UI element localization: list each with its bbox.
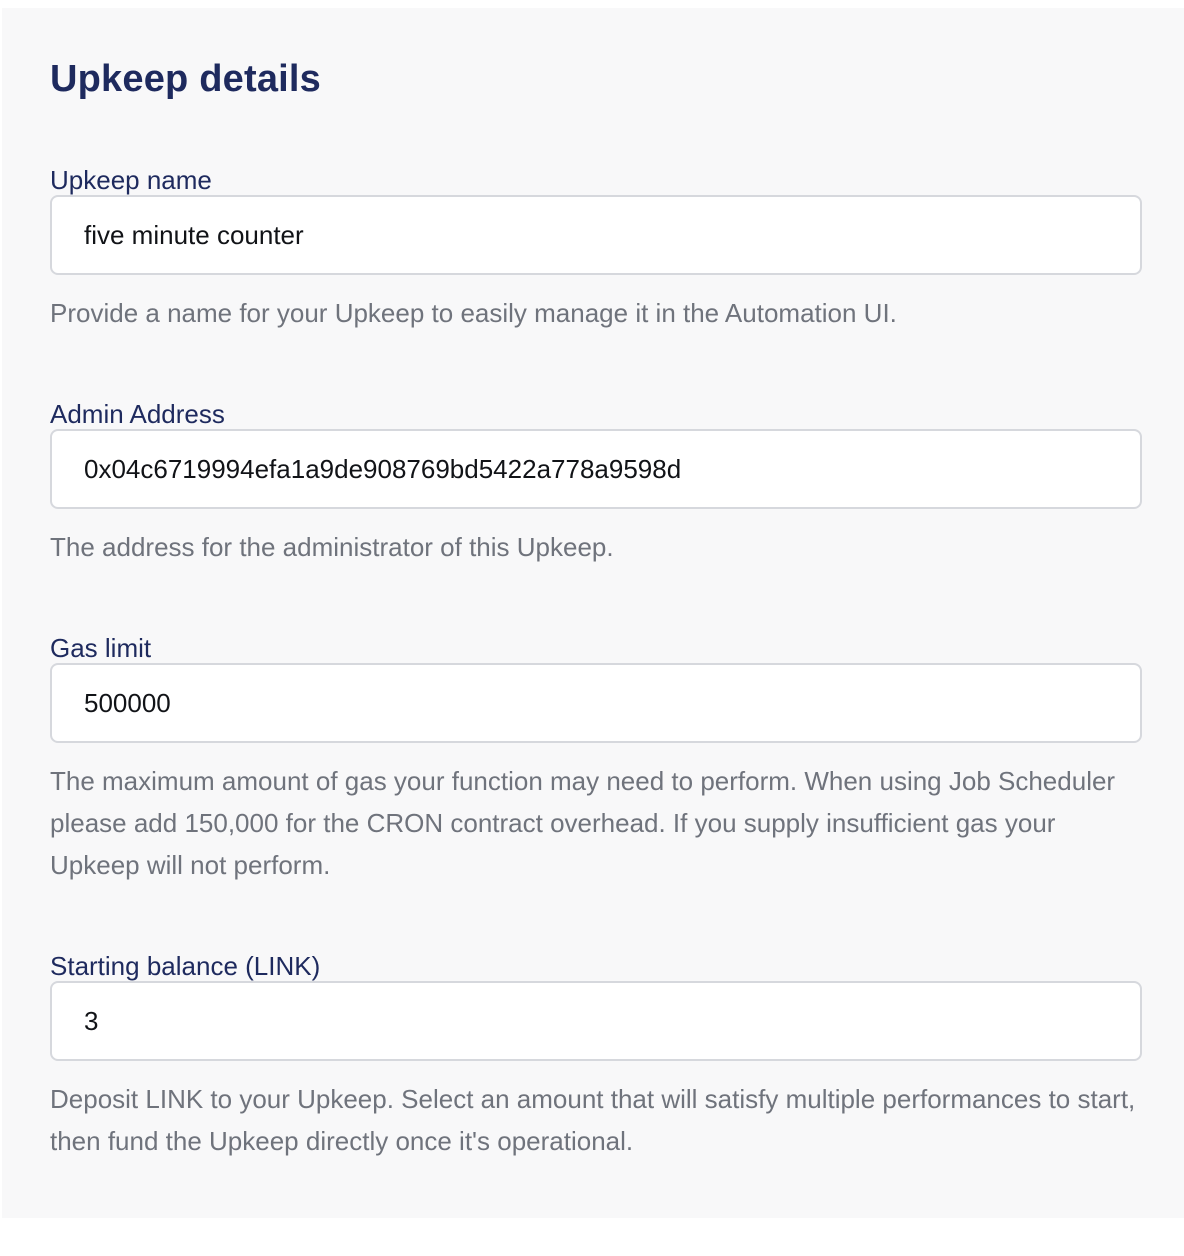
starting-balance-label: Starting balance (LINK) [50,951,321,981]
admin-address-help: The address for the administrator of thi… [50,532,614,562]
upkeep-name-field: Upkeep name Provide a name for your Upke… [50,164,1142,328]
starting-balance-input[interactable] [50,981,1142,1061]
starting-balance-help: Deposit LINK to your Upkeep. Select an a… [50,1084,1136,1156]
admin-address-label: Admin Address [50,399,225,429]
starting-balance-field: Starting balance (LINK) Deposit LINK to … [50,950,1142,1156]
section-title: Upkeep details [50,58,322,100]
upkeep-name-label: Upkeep name [50,165,212,195]
gas-limit-input[interactable] [50,663,1142,743]
admin-address-field: Admin Address The address for the admini… [50,398,1142,562]
admin-address-input[interactable] [50,429,1142,509]
upkeep-name-help: Provide a name for your Upkeep to easily… [50,298,897,328]
gas-limit-field: Gas limit The maximum amount of gas your… [50,632,1142,880]
upkeep-name-input[interactable] [50,195,1142,275]
gas-limit-label: Gas limit [50,633,152,663]
gas-limit-help: The maximum amount of gas your function … [50,766,1116,880]
upkeep-details-panel: Upkeep details Upkeep name Provide a nam… [2,8,1184,1218]
